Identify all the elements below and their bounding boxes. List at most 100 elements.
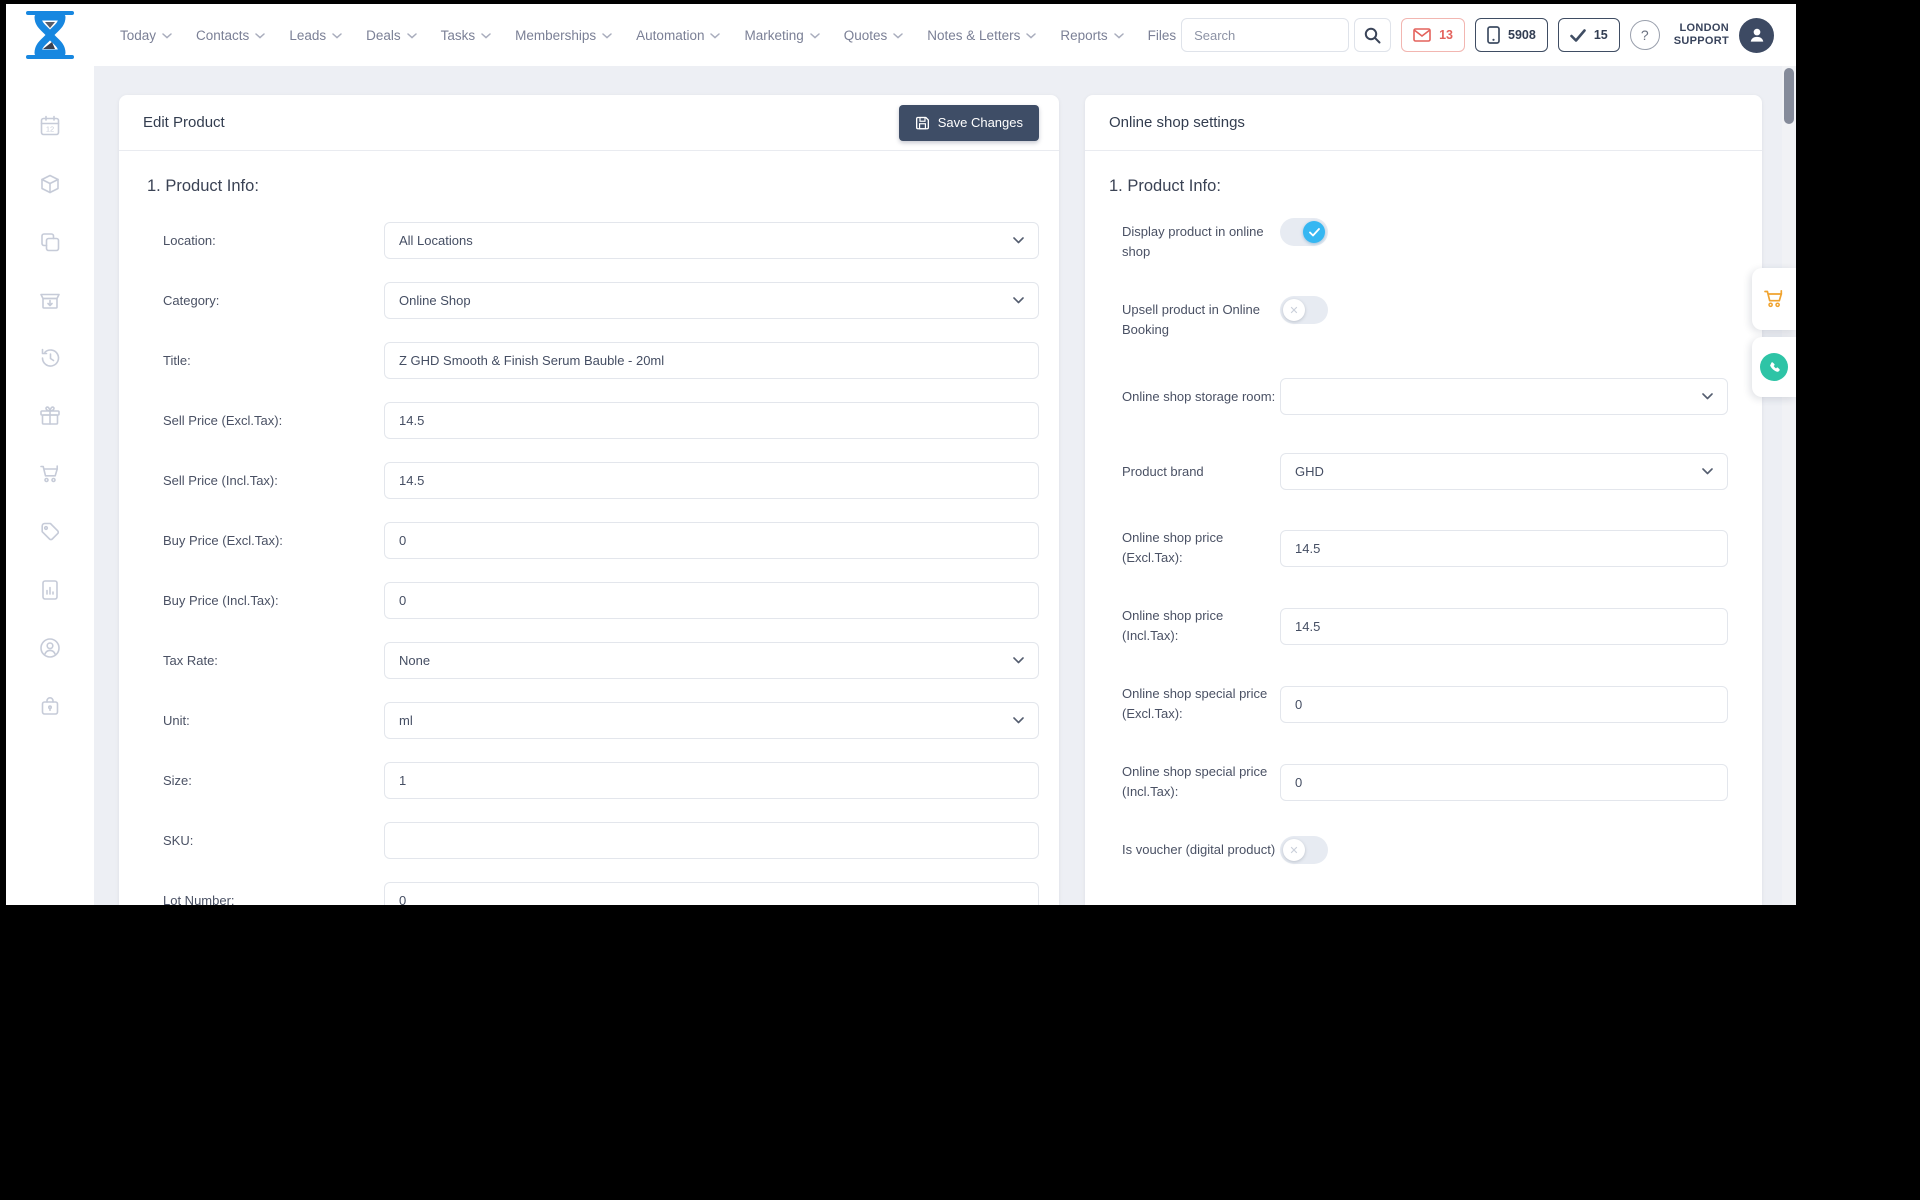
nav-item-files[interactable]: Files [1148, 28, 1177, 43]
scrollbar-thumb[interactable] [1784, 68, 1794, 124]
os-price-incl-input[interactable]: 14.5 [1280, 607, 1728, 645]
nav-item-marketing[interactable]: Marketing [744, 28, 820, 43]
main-content: Edit Product Save Changes 1. Product Inf… [94, 66, 1796, 905]
chevron-down-icon [1702, 468, 1713, 475]
form-row-sku: SKU: [143, 822, 1039, 859]
user-icon [1750, 28, 1763, 42]
field-label: Upsell product in Online Booking [1122, 302, 1261, 337]
location-select[interactable]: All Locations [384, 222, 1039, 259]
sidebar-contact-icon[interactable] [36, 634, 64, 662]
field-label: Online shop special price (Incl.Tax): [1122, 764, 1268, 799]
help-button[interactable]: ? [1629, 20, 1660, 50]
form-row-display-product: Display product in online shop [1105, 218, 1728, 262]
floating-phone-button[interactable] [1752, 337, 1796, 397]
chevron-down-icon [332, 33, 342, 39]
nav-item-notes-letters[interactable]: Notes & Letters [927, 28, 1037, 43]
form-row-lot-number: Lot Number: 0 [143, 882, 1039, 905]
sku-input[interactable] [384, 822, 1039, 859]
field-label: Lot Number: [163, 892, 235, 906]
form-row-upsell-product: Upsell product in Online Booking ✕ [1105, 296, 1728, 340]
unit-select[interactable]: ml [384, 702, 1039, 739]
lot-number-input[interactable]: 0 [384, 882, 1039, 905]
buy-price-excl-input[interactable]: 0 [384, 522, 1039, 559]
chevron-down-icon [1026, 33, 1037, 39]
field-label: Online shop special price (Excl.Tax): [1122, 686, 1268, 721]
chevron-down-icon [893, 33, 904, 39]
field-label: Product brand [1122, 463, 1204, 479]
user-name: LONDON SUPPORT [1673, 22, 1729, 47]
sidebar-tag-icon[interactable] [36, 518, 64, 546]
chevron-down-icon [162, 33, 172, 39]
tax-rate-select[interactable]: None [384, 642, 1039, 679]
mobile-phone-icon [1487, 26, 1500, 44]
tasks-badge[interactable]: 15 [1557, 18, 1620, 52]
form-row-is-voucher: Is voucher (digital product) ✕ [1105, 836, 1728, 864]
edit-product-panel: Edit Product Save Changes 1. Product Inf… [119, 95, 1059, 905]
check-icon [1570, 28, 1586, 42]
sidebar-cart-icon[interactable] [36, 460, 64, 488]
product-brand-select[interactable]: GHD [1280, 453, 1728, 490]
os-special-incl-input[interactable]: 0 [1280, 763, 1728, 801]
upsell-product-toggle[interactable]: ✕ [1280, 296, 1328, 324]
buy-price-incl-input[interactable]: 0 [384, 582, 1039, 619]
messages-badge[interactable]: 13 [1401, 18, 1465, 52]
online-shop-settings-panel: Online shop settings 1. Product Info: Di… [1085, 95, 1762, 905]
nav-item-contacts[interactable]: Contacts [196, 28, 266, 43]
floating-cart-button[interactable] [1752, 268, 1796, 330]
sidebar-box-open-icon[interactable] [36, 286, 64, 314]
nav-item-quotes[interactable]: Quotes [844, 28, 904, 43]
field-label: Location: [163, 232, 216, 248]
os-price-excl-input[interactable]: 14.5 [1280, 529, 1728, 567]
nav-item-memberships[interactable]: Memberships [515, 28, 612, 43]
sidebar-calendar-icon[interactable]: 12 [36, 112, 64, 140]
form-row-os-price-excl: Online shop price (Excl.Tax): 14.5 [1105, 528, 1728, 568]
form-row-buy-price-incl: Buy Price (Incl.Tax): 0 [143, 582, 1039, 619]
field-label: Size: [163, 772, 192, 788]
nav-item-automation[interactable]: Automation [636, 28, 721, 43]
nav-item-deals[interactable]: Deals [366, 28, 417, 43]
sell-price-incl-input[interactable]: 14.5 [384, 462, 1039, 499]
sidebar-copy-icon[interactable] [36, 228, 64, 256]
chevron-down-icon [255, 33, 266, 39]
sidebar-gift-icon[interactable] [36, 402, 64, 430]
field-label: Online shop price (Incl.Tax): [1122, 608, 1224, 643]
field-label: Unit: [163, 712, 190, 728]
field-label: Buy Price (Incl.Tax): [163, 592, 279, 608]
phone-extension: 5908 [1508, 28, 1536, 42]
field-label: Online shop price (Excl.Tax): [1122, 530, 1224, 565]
storage-room-select[interactable] [1280, 378, 1728, 415]
field-label: Online shop storage room: [1122, 388, 1276, 404]
sell-price-excl-input[interactable]: 14.5 [384, 402, 1039, 439]
nav-item-reports[interactable]: Reports [1060, 28, 1124, 43]
search-input[interactable] [1181, 18, 1350, 52]
display-product-toggle[interactable] [1280, 218, 1328, 246]
is-voucher-toggle[interactable]: ✕ [1280, 836, 1328, 864]
category-select[interactable]: Online Shop [384, 282, 1039, 319]
search-icon [1364, 27, 1381, 43]
phone-extension-badge[interactable]: 5908 [1475, 18, 1548, 52]
field-label: SKU: [163, 832, 194, 848]
os-special-excl-input[interactable]: 0 [1280, 685, 1728, 723]
online-shop-product-info-section-title: 1. Product Info: [1109, 177, 1221, 195]
nav-item-today[interactable]: Today [120, 28, 172, 43]
save-changes-button[interactable]: Save Changes [898, 104, 1039, 141]
chevron-down-icon [1013, 717, 1024, 724]
title-input[interactable]: Z GHD Smooth & Finish Serum Bauble - 20m… [384, 342, 1039, 379]
sidebar-report-icon[interactable] [36, 576, 64, 604]
app-window: Today Contacts Leads Deals Tasks Memberships A… [6, 4, 1796, 905]
sidebar-package-icon[interactable] [36, 170, 64, 198]
app-logo[interactable] [6, 8, 94, 62]
nav-item-tasks[interactable]: Tasks [441, 28, 492, 43]
sidebar-history-icon[interactable] [36, 344, 64, 372]
sidebar-case-lock-icon[interactable] [36, 692, 64, 720]
form-row-title: Title: Z GHD Smooth & Finish Serum Bauble… [143, 342, 1039, 379]
main-menu: Today Contacts Leads Deals Tasks Memberships A… [120, 28, 1176, 43]
field-label: Buy Price (Excl.Tax): [163, 532, 283, 548]
user-avatar[interactable] [1739, 17, 1774, 53]
size-input[interactable]: 1 [384, 762, 1039, 799]
nav-item-leads[interactable]: Leads [289, 28, 342, 43]
form-row-product-brand: Product brand GHD [1105, 453, 1728, 490]
search-button[interactable] [1354, 18, 1392, 52]
form-row-os-special-excl: Online shop special price (Excl.Tax): 0 [1105, 684, 1728, 724]
form-row-os-price-incl: Online shop price (Incl.Tax): 14.5 [1105, 606, 1728, 646]
